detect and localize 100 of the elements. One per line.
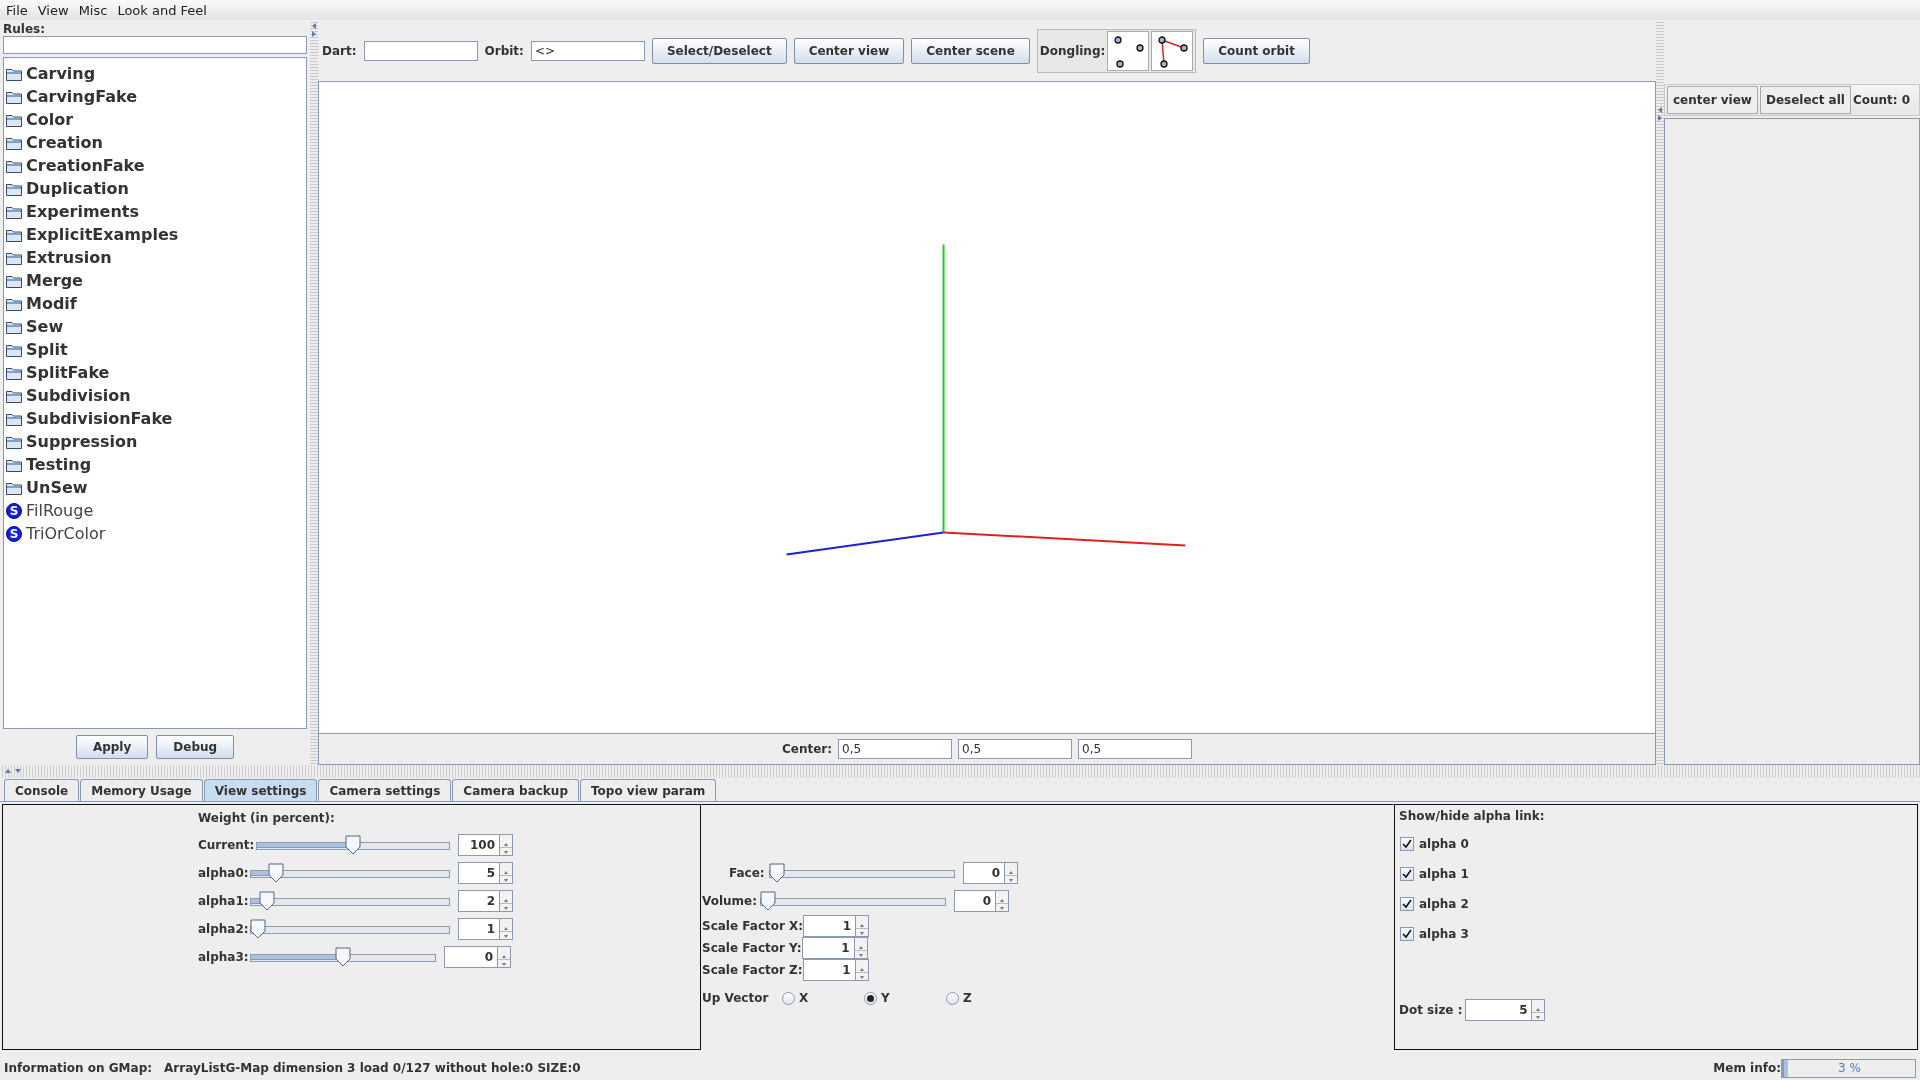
selection-button[interactable]: center view bbox=[1667, 86, 1758, 114]
number-spinner[interactable]: 2 bbox=[458, 890, 513, 912]
tree-item[interactable]: Testing bbox=[26, 455, 92, 474]
dart-field[interactable] bbox=[363, 40, 478, 61]
folder-icon bbox=[6, 89, 22, 104]
checkbox[interactable] bbox=[1400, 927, 1414, 941]
number-spinner[interactable]: 5 bbox=[1465, 999, 1546, 1021]
slider-thumb[interactable] bbox=[250, 919, 266, 939]
tab[interactable]: Camera settings bbox=[318, 779, 452, 801]
tree-item[interactable]: Carving bbox=[26, 64, 96, 83]
scale-label: Scale Factor Y: bbox=[702, 941, 802, 955]
tab[interactable]: Memory Usage bbox=[80, 779, 203, 801]
count-orbit-button[interactable]: Count orbit bbox=[1203, 37, 1310, 64]
tree-item[interactable]: Duplication bbox=[26, 179, 129, 198]
radio-button[interactable] bbox=[946, 991, 959, 1005]
center-field[interactable]: 0,5 bbox=[838, 739, 953, 759]
folder-icon bbox=[6, 411, 22, 426]
tree-item[interactable]: Suppression bbox=[26, 432, 138, 451]
radio-button[interactable] bbox=[864, 991, 877, 1005]
slider-thumb[interactable] bbox=[345, 835, 361, 855]
tree-item[interactable]: Color bbox=[26, 110, 74, 129]
tree-item[interactable]: TriOrColor bbox=[26, 524, 106, 543]
folder-icon bbox=[6, 296, 22, 311]
tree-item[interactable]: ExplicitExamples bbox=[26, 225, 179, 244]
slider[interactable] bbox=[256, 835, 450, 855]
checkbox[interactable] bbox=[1400, 867, 1414, 881]
checkbox[interactable] bbox=[1400, 837, 1414, 851]
folder-icon bbox=[6, 112, 22, 127]
toolbar-button[interactable]: Select/Deselect bbox=[651, 37, 787, 64]
number-spinner[interactable]: 0 bbox=[444, 946, 511, 968]
tree-item[interactable]: Creation bbox=[26, 133, 103, 152]
slider-label: Face: bbox=[729, 866, 766, 880]
tab[interactable]: Topo view param bbox=[580, 779, 717, 801]
status-label: Information on GMap: bbox=[4, 1061, 153, 1075]
slider-thumb[interactable] bbox=[335, 947, 351, 967]
center-field[interactable]: 0,5 bbox=[1078, 739, 1193, 759]
tree-item[interactable]: Experiments bbox=[26, 202, 139, 221]
folder-icon bbox=[6, 158, 22, 173]
radio-label: Y bbox=[881, 991, 890, 1005]
tree-item[interactable]: Sew bbox=[26, 317, 64, 336]
slider[interactable] bbox=[250, 863, 450, 883]
slider[interactable] bbox=[769, 863, 955, 883]
tree-item[interactable]: Extrusion bbox=[26, 248, 112, 267]
tab[interactable]: Console bbox=[4, 779, 80, 801]
tree-item[interactable]: Modif bbox=[26, 294, 77, 313]
tree-item[interactable]: Merge bbox=[26, 271, 83, 290]
number-spinner[interactable]: 1 bbox=[458, 918, 513, 940]
script-badge: S bbox=[6, 525, 22, 542]
orbit-field[interactable]: <> bbox=[530, 40, 645, 61]
menu-item[interactable]: File bbox=[6, 2, 28, 18]
checkbox-label: alpha 2 bbox=[1419, 897, 1469, 911]
tree-item[interactable]: SplitFake bbox=[26, 363, 110, 382]
checkbox[interactable] bbox=[1400, 897, 1414, 911]
slider-label: Current: bbox=[198, 838, 256, 852]
toggle-button[interactable] bbox=[1151, 30, 1194, 71]
split-arrows-icon bbox=[311, 22, 317, 38]
status-text: ArrayListG-Map dimension 3 load 0/127 without hole:0 SIZE:0 bbox=[164, 1061, 581, 1075]
number-spinner[interactable]: 0 bbox=[954, 890, 1009, 912]
tree-item[interactable]: CreationFake bbox=[26, 156, 145, 175]
radio-button[interactable] bbox=[782, 991, 795, 1005]
menu-item[interactable]: Look and Feel bbox=[117, 2, 207, 18]
memory-reading: 3 % bbox=[1838, 1061, 1861, 1075]
tab[interactable]: Camera backup bbox=[452, 779, 579, 801]
tree-item[interactable]: Split bbox=[26, 340, 68, 359]
slider[interactable] bbox=[250, 919, 450, 939]
menu-item[interactable]: Misc bbox=[78, 2, 108, 18]
radio-label: Z bbox=[963, 991, 972, 1005]
slider-thumb[interactable] bbox=[259, 891, 276, 911]
number-spinner[interactable]: 100 bbox=[458, 834, 513, 856]
toolbar-button[interactable]: Center scene bbox=[911, 37, 1030, 64]
toggle-button[interactable] bbox=[1107, 30, 1150, 71]
number-spinner[interactable]: 5 bbox=[458, 862, 513, 884]
menu-item[interactable]: View bbox=[37, 2, 69, 18]
selection-button[interactable]: Deselect all bbox=[1759, 86, 1851, 114]
toolbar-button[interactable]: Center view bbox=[793, 37, 905, 64]
rule-button[interactable]: Debug bbox=[156, 735, 235, 759]
slider-thumb[interactable] bbox=[769, 863, 785, 883]
folder-icon bbox=[6, 365, 22, 380]
tab[interactable]: View settings bbox=[203, 779, 318, 801]
orbit-label: Orbit: bbox=[484, 43, 524, 58]
checkbox-label: alpha 1 bbox=[1419, 867, 1469, 881]
number-spinner[interactable]: 0 bbox=[963, 862, 1018, 884]
slider[interactable] bbox=[250, 891, 450, 911]
folder-icon bbox=[6, 319, 22, 334]
tree-item[interactable]: FilRouge bbox=[26, 501, 94, 520]
tree-item[interactable]: UnSew bbox=[26, 478, 88, 497]
slider[interactable] bbox=[250, 947, 436, 967]
rule-button[interactable]: Apply bbox=[75, 735, 149, 759]
slider[interactable] bbox=[760, 891, 946, 911]
number-spinner[interactable]: 1 bbox=[802, 959, 869, 981]
filter-field[interactable] bbox=[3, 36, 307, 54]
number-spinner[interactable]: 1 bbox=[803, 915, 870, 937]
tree-item[interactable]: CarvingFake bbox=[26, 87, 138, 106]
tree-item[interactable]: Subdivision bbox=[26, 386, 131, 405]
center-field[interactable]: 0,5 bbox=[958, 739, 1073, 759]
script-badge: S bbox=[6, 502, 22, 519]
slider-thumb[interactable] bbox=[760, 891, 776, 911]
tree-item[interactable]: SubdivisionFake bbox=[26, 409, 173, 428]
slider-thumb[interactable] bbox=[268, 863, 285, 883]
number-spinner[interactable]: 1 bbox=[801, 937, 868, 959]
